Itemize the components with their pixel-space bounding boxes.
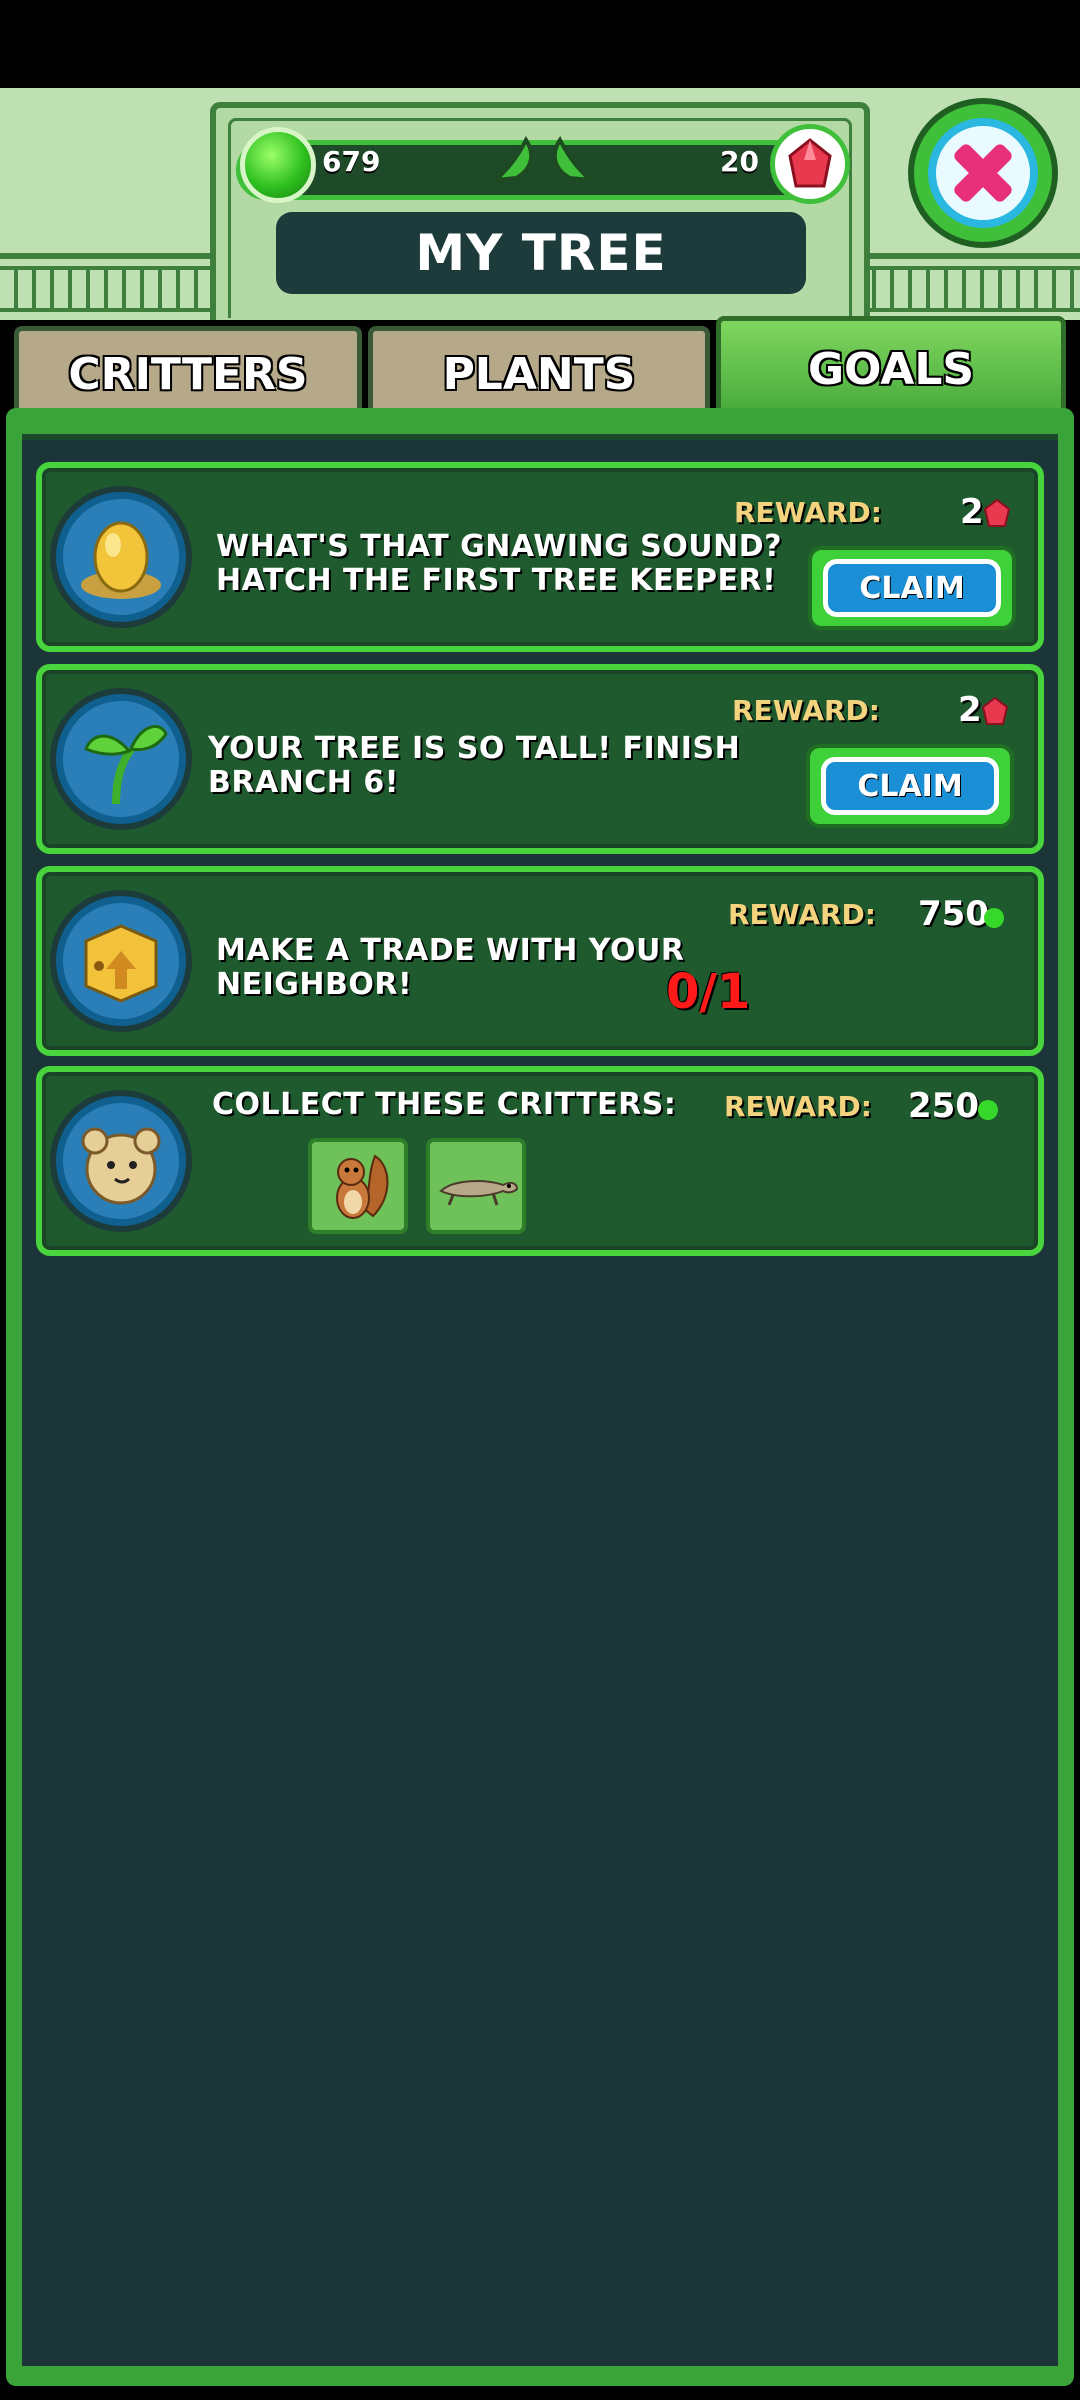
reward-value: 2 — [958, 690, 982, 730]
reward-label: REWARD: — [732, 694, 880, 727]
sprout-icon — [63, 701, 179, 817]
critter-slot-ferret[interactable] — [426, 1138, 526, 1234]
green-gem-icon — [978, 1100, 998, 1120]
red-gem-icon — [983, 498, 1011, 527]
reward-value: 2 — [960, 492, 984, 532]
goal-card: WHAT'S THAT GNAWING SOUND? HATCH THE FIR… — [36, 462, 1044, 652]
reward-label: REWARD: — [734, 496, 882, 529]
goal-card: YOUR TREE IS SO TALL! FINISH BRANCH 6! R… — [36, 664, 1044, 854]
golden-egg-icon — [63, 499, 179, 615]
green-gem-icon — [984, 908, 1004, 928]
goal-description: YOUR TREE IS SO TALL! FINISH BRANCH 6! — [208, 731, 741, 800]
red-gem-icon — [770, 124, 850, 204]
status-bar — [0, 0, 1080, 88]
tab-critters[interactable]: CRITTERS — [14, 326, 362, 418]
page-title: MY TREE — [276, 212, 806, 294]
close-icon — [928, 118, 1038, 228]
fence-right — [858, 266, 1080, 312]
close-button[interactable] — [908, 98, 1058, 248]
critter-face-icon — [63, 1103, 179, 1219]
tab-goals[interactable]: GOALS — [716, 316, 1066, 418]
claim-button[interactable]: CLAIM — [806, 744, 1014, 828]
goal-progress: 0/1 — [666, 964, 751, 1020]
red-gem-count: 20 — [720, 145, 759, 178]
fence-rail — [0, 253, 230, 259]
claim-button-label: CLAIM — [823, 559, 1001, 617]
goal-description: MAKE A TRADE WITH YOUR NEIGHBOR! — [216, 933, 685, 1002]
goal-card: COLLECT THESE CRITTERS: REWARD: 250 — [36, 1066, 1044, 1256]
reward-value: 250 — [908, 1086, 979, 1126]
goal-card: MAKE A TRADE WITH YOUR NEIGHBOR! REWARD:… — [36, 866, 1044, 1056]
leaf-ornament-icon — [552, 136, 596, 183]
reward-label: REWARD: — [728, 898, 876, 931]
crate-icon — [63, 903, 179, 1019]
tab-bar: CRITTERS PLANTS GOALS — [14, 316, 1066, 418]
green-gem-count: 679 — [322, 145, 381, 178]
goal-icon-frame — [50, 890, 192, 1032]
ferret-icon — [439, 1180, 519, 1206]
goal-icon-frame — [50, 688, 192, 830]
goal-icon-frame — [50, 486, 192, 628]
critter-slot-squirrel[interactable] — [308, 1138, 408, 1234]
claim-button[interactable]: CLAIM — [808, 546, 1016, 630]
reward-value: 750 — [918, 894, 989, 934]
squirrel-icon — [336, 1154, 389, 1219]
tab-plants[interactable]: PLANTS — [368, 326, 710, 418]
claim-button-label: CLAIM — [821, 757, 999, 815]
fence-left — [0, 266, 230, 312]
leaf-ornament-icon — [490, 136, 534, 183]
green-gem-icon — [240, 127, 316, 203]
goal-description: COLLECT THESE CRITTERS: — [212, 1087, 677, 1122]
fence-rail — [858, 253, 1080, 259]
red-gem-icon — [981, 696, 1009, 725]
goal-description: WHAT'S THAT GNAWING SOUND? HATCH THE FIR… — [216, 529, 783, 598]
reward-label: REWARD: — [724, 1090, 872, 1123]
goal-icon-frame — [50, 1090, 192, 1232]
